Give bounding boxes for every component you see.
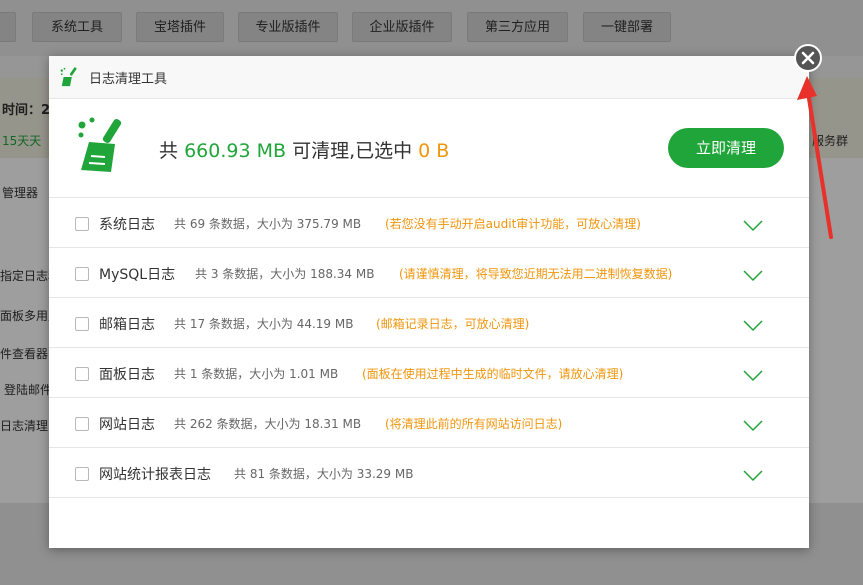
broom-icon bbox=[78, 117, 122, 172]
row-checkbox[interactable] bbox=[75, 317, 89, 331]
row-checkbox[interactable] bbox=[75, 417, 89, 431]
selected-size: 0 B bbox=[418, 140, 450, 162]
row-count: 共 69 条数据，大小为 375.79 MB bbox=[174, 217, 362, 231]
chevron-down-icon[interactable] bbox=[743, 470, 763, 482]
log-cleanup-dialog: 日志清理工具 共 660.93 MB 可清理,已选中 0 B 立即清理 系统日志… bbox=[49, 56, 809, 548]
row-note: (若您没有手动开启audit审计功能，可放心清理) bbox=[385, 217, 641, 231]
log-row-website[interactable]: 网站日志 共 262 条数据，大小为 18.31 MB (将清理此前的所有网站访… bbox=[49, 397, 809, 447]
row-checkbox[interactable] bbox=[75, 267, 89, 281]
row-name: 网站统计报表日志 bbox=[99, 467, 211, 483]
log-row-mysql[interactable]: MySQL日志 共 3 条数据，大小为 188.34 MB (请谨慎清理，将导致… bbox=[49, 247, 809, 297]
row-count: 共 3 条数据，大小为 188.34 MB bbox=[195, 267, 375, 281]
row-note: (将清理此前的所有网站访问日志) bbox=[385, 417, 563, 431]
clean-now-button[interactable]: 立即清理 bbox=[668, 128, 784, 168]
log-list: 系统日志 共 69 条数据，大小为 375.79 MB (若您没有手动开启aud… bbox=[49, 197, 809, 498]
red-arrow-annotation bbox=[797, 76, 833, 239]
chevron-down-icon[interactable] bbox=[743, 320, 763, 332]
row-count: 共 81 条数据，大小为 33.29 MB bbox=[234, 467, 414, 481]
chevron-down-icon[interactable] bbox=[743, 370, 763, 382]
log-row-panel[interactable]: 面板日志 共 1 条数据，大小为 1.01 MB (面板在使用过程中生成的临时文… bbox=[49, 347, 809, 397]
row-checkbox[interactable] bbox=[75, 367, 89, 381]
row-count: 共 17 条数据，大小为 44.19 MB bbox=[174, 317, 354, 331]
row-name: 系统日志 bbox=[99, 217, 155, 233]
cleanup-summary: 共 660.93 MB 可清理,已选中 0 B bbox=[159, 136, 449, 163]
broom-icon bbox=[60, 67, 77, 87]
close-dialog-button[interactable] bbox=[794, 44, 822, 72]
row-name: 网站日志 bbox=[99, 417, 155, 433]
row-count: 共 262 条数据，大小为 18.31 MB bbox=[174, 417, 362, 431]
row-note: (面板在使用过程中生成的临时文件，请放心清理) bbox=[362, 367, 624, 381]
chevron-down-icon[interactable] bbox=[743, 420, 763, 432]
row-name: 面板日志 bbox=[99, 367, 155, 383]
row-note: (请谨慎清理，将导致您近期无法用二进制恢复数据) bbox=[399, 267, 673, 281]
log-row-site-stats[interactable]: 网站统计报表日志 共 81 条数据，大小为 33.29 MB bbox=[49, 447, 809, 497]
log-row-mail[interactable]: 邮箱日志 共 17 条数据，大小为 44.19 MB (邮箱记录日志，可放心清理… bbox=[49, 297, 809, 347]
row-note: (邮箱记录日志，可放心清理) bbox=[376, 317, 530, 331]
row-name: MySQL日志 bbox=[99, 267, 176, 283]
row-count: 共 1 条数据，大小为 1.01 MB bbox=[174, 367, 339, 381]
chevron-down-icon[interactable] bbox=[743, 220, 763, 232]
log-row-system[interactable]: 系统日志 共 69 条数据，大小为 375.79 MB (若您没有手动开启aud… bbox=[49, 197, 809, 247]
total-size: 660.93 MB bbox=[184, 140, 287, 162]
row-checkbox[interactable] bbox=[75, 217, 89, 231]
row-checkbox[interactable] bbox=[75, 467, 89, 481]
dialog-header: 日志清理工具 bbox=[49, 56, 809, 99]
row-name: 邮箱日志 bbox=[99, 317, 155, 333]
close-icon bbox=[801, 51, 815, 65]
row-divider bbox=[49, 497, 809, 498]
dialog-title: 日志清理工具 bbox=[89, 72, 168, 87]
chevron-down-icon[interactable] bbox=[743, 270, 763, 282]
summary-prefix: 共 bbox=[159, 140, 179, 162]
summary-middle: 可清理,已选中 bbox=[292, 140, 413, 162]
